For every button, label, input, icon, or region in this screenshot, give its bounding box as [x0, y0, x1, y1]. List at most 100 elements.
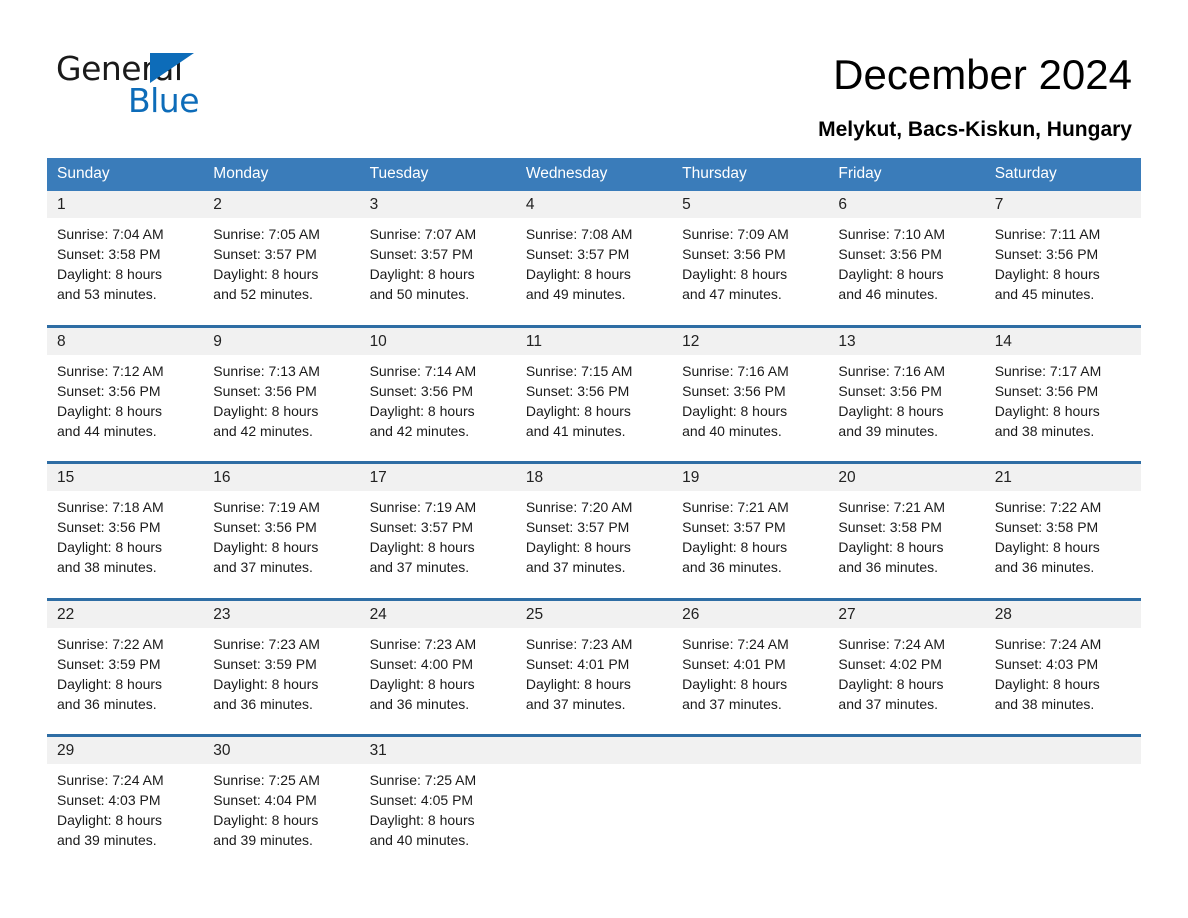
day-details-cell: Sunrise: 7:16 AM Sunset: 3:56 PM Daylight:…	[828, 354, 985, 463]
logo-triangle-icon	[150, 53, 194, 83]
day-number-cell[interactable]: 15	[47, 461, 204, 492]
day-daylight-line1-text: Daylight: 8 hours	[369, 812, 475, 829]
week-details-row: Sunrise: 7:12 AM Sunset: 3:56 PM Daylight:…	[47, 354, 1141, 463]
day-sunrise-text: Sunrise: 7:25 AM	[213, 772, 320, 789]
day-details-cell: Sunrise: 7:20 AM Sunset: 3:57 PM Daylight:…	[515, 491, 673, 600]
week-daynumber-row: 29 30 31	[47, 734, 1141, 765]
day-daylight-line1-text: Daylight: 8 hours	[213, 402, 319, 419]
day-number-cell[interactable]: 14	[984, 324, 1141, 355]
day-details-cell: Sunrise: 7:23 AM Sunset: 4:00 PM Daylight:…	[359, 627, 516, 736]
day-number-cell[interactable]: 25	[515, 597, 673, 628]
day-daylight-line1-text: Daylight: 8 hours	[57, 539, 163, 556]
day-daylight-line2-text: and 36 minutes.	[682, 559, 782, 576]
day-daylight-line2-text: and 38 minutes.	[57, 559, 157, 576]
day-daylight-line1-text: Daylight: 8 hours	[994, 402, 1100, 419]
day-sunrise-text: Sunrise: 7:23 AM	[525, 635, 633, 652]
day-number-cell[interactable]: 5	[672, 191, 829, 219]
day-number-cell[interactable]: 16	[203, 461, 360, 492]
day-sunset-text: Sunset: 3:56 PM	[682, 246, 786, 263]
day-number-cell[interactable]: 3	[359, 191, 516, 219]
day-daylight-line2-text: and 49 minutes.	[525, 286, 626, 303]
day-details-empty	[515, 764, 673, 873]
day-daylight-line1-text: Daylight: 8 hours	[525, 266, 631, 283]
day-number-cell[interactable]: 11	[515, 324, 673, 355]
day-daylight-line2-text: and 37 minutes.	[525, 559, 626, 576]
day-details-cell: Sunrise: 7:14 AM Sunset: 3:56 PM Daylight:…	[359, 354, 516, 463]
day-number-cell[interactable]: 31	[359, 734, 516, 765]
day-sunrise-text: Sunrise: 7:24 AM	[994, 635, 1102, 652]
day-daylight-line2-text: and 42 minutes.	[369, 422, 470, 439]
day-sunset-text: Sunset: 4:01 PM	[525, 655, 630, 672]
day-details-cell: Sunrise: 7:23 AM Sunset: 4:01 PM Daylight:…	[515, 627, 673, 736]
day-daylight-line2-text: and 39 minutes.	[213, 832, 313, 849]
day-number-cell[interactable]: 26	[672, 597, 829, 628]
weekday-header-wednesday: Wednesday	[515, 158, 673, 191]
day-number-cell[interactable]: 17	[359, 461, 516, 492]
day-number-cell[interactable]: 29	[47, 734, 204, 765]
weekday-header-tuesday: Tuesday	[359, 158, 516, 191]
day-details-cell: Sunrise: 7:08 AM Sunset: 3:57 PM Daylight:…	[515, 218, 673, 327]
day-sunset-text: Sunset: 3:56 PM	[57, 519, 161, 536]
day-daylight-line1-text: Daylight: 8 hours	[213, 266, 319, 283]
day-number-cell[interactable]: 9	[203, 324, 360, 355]
day-sunrise-text: Sunrise: 7:20 AM	[525, 499, 633, 516]
day-daylight-line1-text: Daylight: 8 hours	[57, 675, 163, 692]
day-daylight-line2-text: and 37 minutes.	[838, 695, 939, 712]
day-sunrise-text: Sunrise: 7:13 AM	[213, 362, 320, 379]
day-daylight-line2-text: and 40 minutes.	[369, 832, 470, 849]
day-details-cell: Sunrise: 7:04 AM Sunset: 3:58 PM Daylight:…	[47, 218, 204, 327]
day-number-cell[interactable]: 18	[515, 461, 673, 492]
day-number-cell[interactable]: 4	[515, 191, 673, 219]
day-daylight-line1-text: Daylight: 8 hours	[213, 539, 319, 556]
day-sunset-text: Sunset: 3:56 PM	[213, 519, 317, 536]
week-details-row: Sunrise: 7:18 AM Sunset: 3:56 PM Daylight:…	[47, 491, 1141, 600]
day-sunrise-text: Sunrise: 7:21 AM	[682, 499, 789, 516]
day-daylight-line1-text: Daylight: 8 hours	[682, 539, 788, 556]
week-daynumber-row: 22 23 24 25 26 27 28	[47, 597, 1141, 628]
day-sunset-text: Sunset: 4:01 PM	[682, 655, 786, 672]
sun-times-calendar-table: Sunday Monday Tuesday Wednesday Thursday…	[47, 158, 1141, 873]
day-daylight-line1-text: Daylight: 8 hours	[369, 266, 475, 283]
day-number-cell[interactable]: 21	[984, 461, 1141, 492]
day-daylight-line2-text: and 37 minutes.	[682, 695, 782, 712]
day-sunrise-text: Sunrise: 7:24 AM	[682, 635, 789, 652]
day-sunset-text: Sunset: 3:58 PM	[838, 519, 942, 536]
day-daylight-line1-text: Daylight: 8 hours	[838, 402, 944, 419]
day-number-cell[interactable]: 7	[984, 191, 1141, 219]
day-sunrise-text: Sunrise: 7:11 AM	[994, 226, 1101, 243]
day-sunset-text: Sunset: 3:56 PM	[213, 382, 317, 399]
day-number-empty	[828, 734, 985, 765]
day-daylight-line1-text: Daylight: 8 hours	[994, 675, 1100, 692]
day-daylight-line1-text: Daylight: 8 hours	[838, 675, 944, 692]
day-daylight-line1-text: Daylight: 8 hours	[369, 402, 475, 419]
day-daylight-line2-text: and 42 minutes.	[213, 422, 313, 439]
day-sunrise-text: Sunrise: 7:19 AM	[369, 499, 477, 516]
day-sunrise-text: Sunrise: 7:05 AM	[213, 226, 320, 243]
day-sunrise-text: Sunrise: 7:23 AM	[213, 635, 320, 652]
day-number-cell[interactable]: 20	[828, 461, 985, 492]
day-number-cell[interactable]: 13	[828, 324, 985, 355]
day-number-cell[interactable]: 6	[828, 191, 985, 219]
day-number-cell[interactable]: 24	[359, 597, 516, 628]
day-daylight-line2-text: and 39 minutes.	[57, 832, 157, 849]
day-number-cell[interactable]: 10	[359, 324, 516, 355]
day-sunset-text: Sunset: 3:56 PM	[57, 382, 161, 399]
day-daylight-line2-text: and 45 minutes.	[994, 286, 1095, 303]
day-daylight-line1-text: Daylight: 8 hours	[57, 402, 163, 419]
day-number-cell[interactable]: 23	[203, 597, 360, 628]
day-number-cell[interactable]: 22	[47, 597, 204, 628]
day-daylight-line1-text: Daylight: 8 hours	[682, 266, 788, 283]
day-sunset-text: Sunset: 3:57 PM	[369, 246, 474, 263]
day-number-cell[interactable]: 28	[984, 597, 1141, 628]
day-number-cell[interactable]: 8	[47, 324, 204, 355]
day-number-cell[interactable]: 2	[203, 191, 360, 219]
day-number-cell[interactable]: 30	[203, 734, 360, 765]
day-sunrise-text: Sunrise: 7:24 AM	[57, 772, 164, 789]
day-daylight-line1-text: Daylight: 8 hours	[994, 539, 1100, 556]
day-number-cell[interactable]: 12	[672, 324, 829, 355]
day-number-cell[interactable]: 19	[672, 461, 829, 492]
day-daylight-line2-text: and 37 minutes.	[213, 559, 313, 576]
day-number-cell[interactable]: 27	[828, 597, 985, 628]
day-number-cell[interactable]: 1	[47, 191, 204, 219]
day-details-cell: Sunrise: 7:05 AM Sunset: 3:57 PM Daylight:…	[203, 218, 360, 327]
